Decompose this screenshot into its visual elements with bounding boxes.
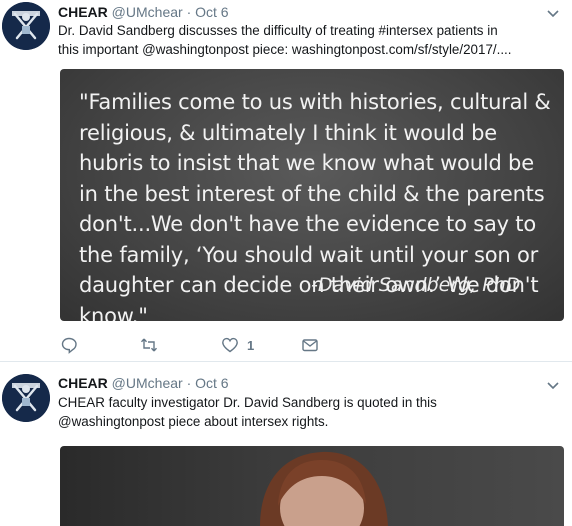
tweet-text-line: Dr. David Sandberg discusses the difficu… — [58, 23, 498, 38]
tweet-text-line: this important @washingtonpost piece: wa… — [58, 42, 512, 57]
message-icon — [302, 339, 318, 352]
like-icon — [222, 337, 238, 353]
tweet-header: CHEAR @UMchear · Oct 6 — [58, 375, 229, 392]
quote-attribution: -David Sandberg, PhD — [311, 274, 521, 296]
like-count: 1 — [247, 337, 255, 353]
tweet-header: CHEAR @UMchear · Oct 6 — [58, 4, 229, 21]
handle-time[interactable]: @UMchear · Oct 6 — [112, 4, 229, 20]
chear-logo-icon — [2, 2, 50, 50]
chevron-down-icon[interactable] — [544, 376, 562, 394]
quote-image[interactable]: "Families come to us with histories, cul… — [60, 69, 564, 321]
display-name[interactable]: CHEAR — [58, 4, 108, 20]
avatar[interactable] — [2, 374, 50, 422]
like-button[interactable]: 1 — [221, 334, 254, 356]
avatar[interactable] — [2, 2, 50, 50]
reply-button[interactable] — [60, 334, 78, 356]
tweet-text-line: CHEAR faculty investigator Dr. David San… — [58, 395, 437, 410]
tweet-text-line: @washingtonpost piece about intersex rig… — [58, 414, 329, 429]
retweet-button[interactable] — [140, 334, 158, 356]
chevron-down-icon[interactable] — [544, 4, 562, 22]
tweet[interactable]: CHEAR @UMchear · Oct 6 CHEAR faculty inv… — [0, 362, 572, 526]
handle-time[interactable]: @UMchear · Oct 6 — [112, 375, 229, 391]
display-name[interactable]: CHEAR — [58, 375, 108, 391]
reply-icon — [61, 337, 77, 354]
tweet[interactable]: CHEAR @UMchear · Oct 6 Dr. David Sandber… — [0, 0, 572, 362]
portrait-image — [260, 451, 388, 526]
message-button[interactable] — [301, 334, 319, 356]
chear-logo-icon — [2, 374, 50, 422]
tweet-text: Dr. David Sandberg discusses the difficu… — [58, 21, 563, 59]
tweet-photo[interactable] — [60, 446, 564, 526]
tweet-text: CHEAR faculty investigator Dr. David San… — [58, 393, 563, 431]
retweet-icon — [140, 338, 158, 352]
